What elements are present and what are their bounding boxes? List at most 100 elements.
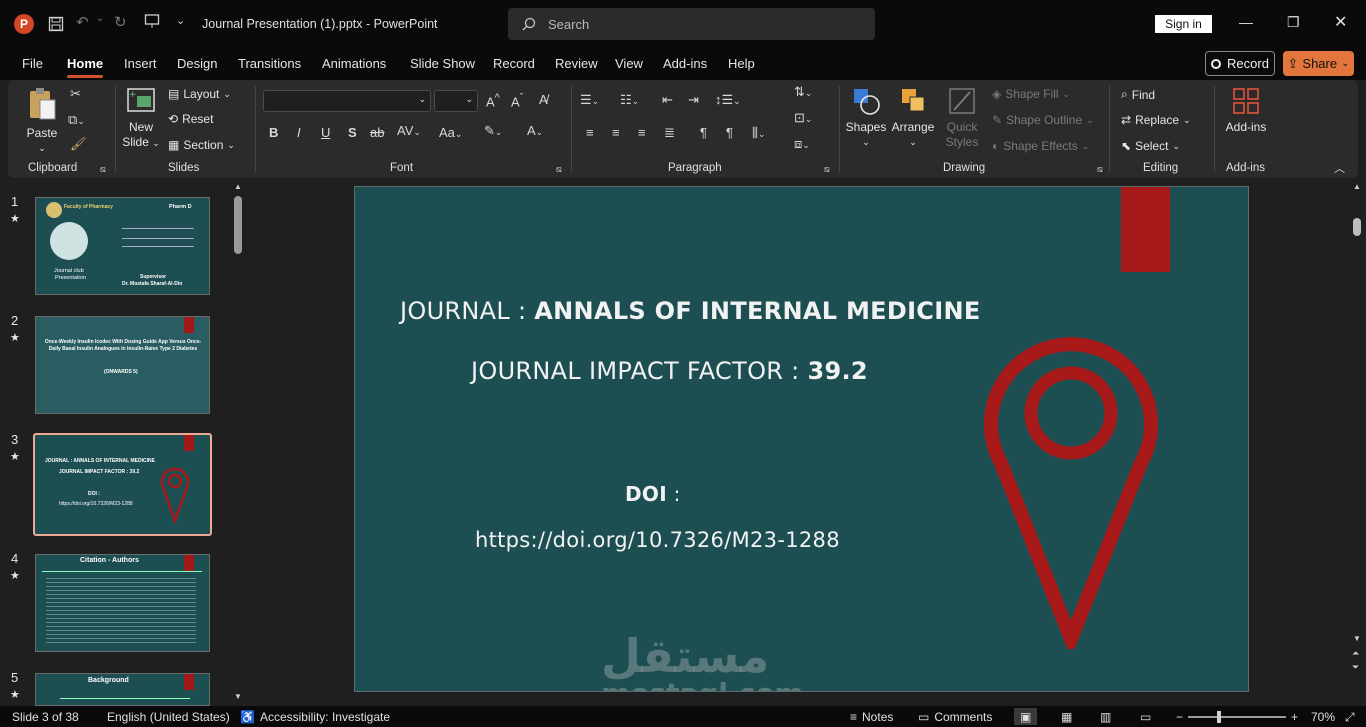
highlight-icon[interactable]: ✎⌄ xyxy=(484,123,502,139)
next-slide-icon[interactable]: ⏷ xyxy=(1352,662,1359,673)
rtl-icon[interactable]: ¶ xyxy=(726,125,733,140)
line-spacing-icon[interactable]: ↕☰⌄ xyxy=(715,92,741,108)
slide-thumbnail-4[interactable]: Citation - Authors xyxy=(35,554,210,652)
shadow-icon[interactable]: S xyxy=(348,125,357,140)
shape-outline-button[interactable]: ✎ Shape Outline ⌄ xyxy=(992,113,1094,127)
zoom-out-icon[interactable]: − xyxy=(1176,710,1183,724)
previous-slide-icon[interactable]: ⏶ xyxy=(1352,648,1359,659)
decrease-indent-icon[interactable]: ⇤ xyxy=(662,92,673,108)
smartart-icon[interactable]: ⧈⌄ xyxy=(794,136,810,152)
tab-help[interactable]: Help xyxy=(728,56,755,71)
bullets-icon[interactable]: ☰⌄ xyxy=(580,92,599,108)
redo-icon[interactable]: ↻ xyxy=(114,13,127,31)
font-size-combo[interactable]: ⌄ xyxy=(434,90,478,112)
bold-icon[interactable]: B xyxy=(269,125,278,140)
align-text-icon[interactable]: ⊡⌄ xyxy=(794,110,812,126)
collapse-ribbon-icon[interactable]: ︿ xyxy=(1334,160,1345,176)
tab-add-ins[interactable]: Add-ins xyxy=(663,56,707,71)
zoom-in-icon[interactable]: + xyxy=(1291,710,1298,724)
tab-file[interactable]: File xyxy=(22,56,43,71)
doi-url[interactable]: https://doi.org/10.7326/M23-1288 xyxy=(475,528,840,552)
tab-review[interactable]: Review xyxy=(555,56,598,71)
sign-in-button[interactable]: Sign in xyxy=(1155,15,1212,33)
thumbnails-scrollbar[interactable]: ▲ ▼ xyxy=(232,182,244,706)
normal-view-icon[interactable]: ▣ xyxy=(1014,708,1038,725)
increase-indent-icon[interactable]: ⇥ xyxy=(688,92,699,108)
replace-button[interactable]: ⇄ Replace ⌄ xyxy=(1121,113,1191,127)
decrease-font-icon[interactable]: Aˇ xyxy=(511,92,523,109)
tab-insert[interactable]: Insert xyxy=(124,56,157,71)
strikethrough-icon[interactable]: ab xyxy=(370,125,384,140)
share-button[interactable]: ⇪ Share ⌄ xyxy=(1283,51,1354,76)
journal-line[interactable]: JOURNAL : ANNALS OF INTERNAL MEDICINE xyxy=(400,297,981,325)
location-pin-icon[interactable] xyxy=(983,313,1159,649)
tab-slide-show[interactable]: Slide Show xyxy=(410,56,475,71)
paste-button[interactable]: Paste ⌄ xyxy=(22,86,62,156)
slide-scroll-thumb[interactable] xyxy=(1353,218,1361,236)
select-button[interactable]: ⬉ Select ⌄ xyxy=(1121,139,1180,153)
italic-icon[interactable]: I xyxy=(297,125,301,140)
slide-thumbnail-3[interactable]: JOURNAL : ANNALS OF INTERNAL MEDICINE JO… xyxy=(33,433,212,536)
arrange-button[interactable]: Arrange ⌄ xyxy=(890,86,936,150)
tab-design[interactable]: Design xyxy=(177,56,217,71)
scroll-up-icon[interactable]: ▲ xyxy=(1353,182,1361,191)
numbering-icon[interactable]: ☷⌄ xyxy=(620,92,639,108)
paragraph-launcher-icon[interactable]: ⧅ xyxy=(824,164,830,175)
zoom-slider[interactable] xyxy=(1188,711,1286,723)
present-from-start-icon[interactable] xyxy=(144,13,160,29)
format-painter-icon[interactable]: 🖌 xyxy=(70,136,87,152)
tab-animations[interactable]: Animations xyxy=(322,56,386,71)
underline-icon[interactable]: U xyxy=(321,125,330,140)
add-ins-button[interactable]: Add-ins xyxy=(1220,86,1272,135)
scroll-down-icon[interactable]: ▼ xyxy=(234,692,242,701)
align-left-icon[interactable]: ≡ xyxy=(586,125,594,140)
scroll-down-icon[interactable]: ▼ xyxy=(1353,634,1361,643)
cut-icon[interactable]: ✂ xyxy=(70,86,81,102)
comments-button[interactable]: ▭ Comments xyxy=(918,710,992,724)
find-button[interactable]: ⌕ Find xyxy=(1121,87,1155,102)
shape-effects-button[interactable]: ◐ Shape Effects ⌄ xyxy=(992,139,1089,153)
copy-icon[interactable]: ⧉⌄ xyxy=(68,112,85,128)
impact-factor-line[interactable]: JOURNAL IMPACT FACTOR : 39.2 xyxy=(471,357,868,385)
slide-show-icon[interactable]: ▭ xyxy=(1140,710,1151,724)
clipboard-launcher-icon[interactable]: ⧅ xyxy=(100,164,106,175)
quick-styles-button[interactable]: Quick Styles xyxy=(940,86,984,150)
columns-icon[interactable]: ⫼⌄ xyxy=(752,125,766,141)
increase-font-icon[interactable]: A^ xyxy=(486,92,500,109)
search-input[interactable]: Search xyxy=(508,8,875,40)
notes-button[interactable]: ≡ Notes xyxy=(850,710,893,724)
slide-scrollbar[interactable]: ▲ ▼ ⏶ ⏷ xyxy=(1350,182,1364,706)
font-family-combo[interactable]: ⌄ xyxy=(263,90,431,112)
doi-label-line[interactable]: DOI : xyxy=(625,482,681,506)
justify-icon[interactable]: ≣ xyxy=(664,125,675,141)
slide-sorter-icon[interactable]: ▦ xyxy=(1061,710,1072,724)
undo-dropdown-icon[interactable]: ⌄ xyxy=(96,13,104,24)
align-right-icon[interactable]: ≡ xyxy=(638,125,646,140)
layout-button[interactable]: ▤ Layout ⌄ xyxy=(168,87,231,101)
font-color-icon[interactable]: A⌄ xyxy=(527,123,543,138)
save-icon[interactable] xyxy=(46,14,66,34)
undo-icon[interactable]: ↶ xyxy=(76,13,89,31)
reset-button[interactable]: ⟲ Reset xyxy=(168,112,213,126)
text-direction-icon[interactable]: ⇅⌄ xyxy=(794,84,812,100)
tab-view[interactable]: View xyxy=(615,56,643,71)
drawing-launcher-icon[interactable]: ⧅ xyxy=(1097,164,1103,175)
zoom-level[interactable]: 70% xyxy=(1311,710,1335,724)
clear-formatting-icon[interactable]: A̸ xyxy=(539,92,548,107)
restore-icon[interactable]: ❐ xyxy=(1287,14,1300,31)
tab-transitions[interactable]: Transitions xyxy=(238,56,301,71)
tab-record[interactable]: Record xyxy=(493,56,535,71)
fit-to-window-icon[interactable]: ⤢ xyxy=(1345,710,1355,725)
tab-home[interactable]: Home xyxy=(67,56,104,78)
thumbnails-scroll-thumb[interactable] xyxy=(234,196,242,254)
reading-view-icon[interactable]: ▥ xyxy=(1100,710,1111,724)
main-slide-canvas[interactable]: JOURNAL : ANNALS OF INTERNAL MEDICINE JO… xyxy=(354,186,1249,692)
ltr-icon[interactable]: ¶ xyxy=(700,125,707,140)
close-icon[interactable]: ✕ xyxy=(1334,12,1347,32)
align-center-icon[interactable]: ≡ xyxy=(612,125,620,140)
section-button[interactable]: ▦ Section ⌄ xyxy=(168,138,235,152)
slide-thumbnail-5[interactable]: Background xyxy=(35,673,210,706)
red-bookmark-shape[interactable] xyxy=(1121,187,1170,272)
zoom-slider-handle[interactable] xyxy=(1217,711,1221,723)
shapes-button[interactable]: Shapes ⌄ xyxy=(844,86,888,150)
